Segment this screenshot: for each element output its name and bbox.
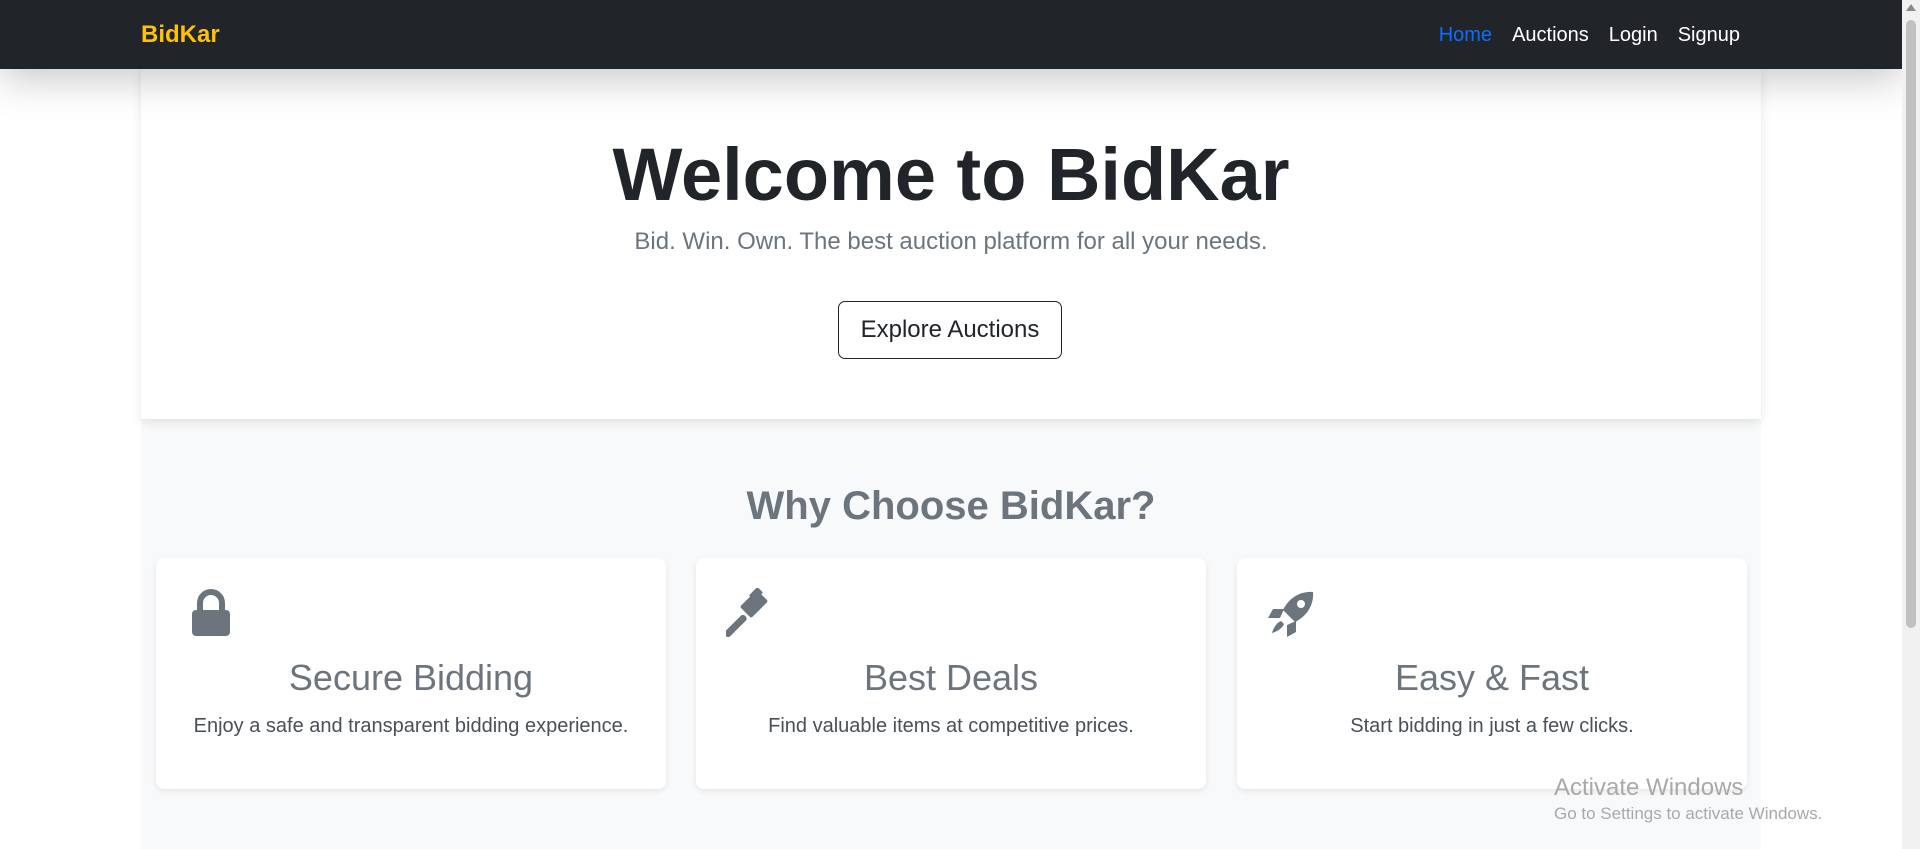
gavel-icon [726,588,776,638]
feature-title: Best Deals [863,657,1039,698]
feature-text: Enjoy a safe and transparent bidding exp… [193,715,629,737]
scroll-up-arrow-icon[interactable] [1906,4,1916,11]
hero-section: Welcome to BidKar Bid. Win. Own. The bes… [141,69,1761,419]
feature-card-easy-fast: Easy & Fast Start bidding in just a few … [1237,558,1747,789]
hero-title: Welcome to BidKar [612,133,1290,216]
hero-tagline: Bid. Win. Own. The best auction platform… [634,228,1268,255]
brand-logo[interactable]: BidKar [141,20,220,50]
scrollbar-thumb[interactable] [1906,20,1916,628]
nav-link-signup[interactable]: Signup [1678,20,1740,50]
vertical-scrollbar[interactable] [1902,0,1920,849]
lock-icon [186,588,236,638]
rocket-icon [1267,588,1317,638]
features-heading: Why Choose BidKar? [746,484,1156,528]
features-section: Why Choose BidKar? Secure Bidding Enjoy … [141,419,1761,849]
feature-title: Easy & Fast [1394,657,1590,698]
nav-link-home[interactable]: Home [1439,20,1492,50]
feature-text: Find valuable items at competitive price… [768,715,1134,737]
feature-card-best-deals: Best Deals Find valuable items at compet… [696,558,1206,789]
feature-title: Secure Bidding [288,657,534,698]
nav-links: Home Auctions Login Signup [1439,20,1740,50]
activate-windows-watermark: Activate Windows Go to Settings to activ… [1554,773,1822,824]
watermark-title: Activate Windows [1554,774,1744,801]
nav-link-auctions[interactable]: Auctions [1512,20,1589,50]
explore-auctions-button[interactable]: Explore Auctions [838,301,1062,359]
feature-card-secure-bidding: Secure Bidding Enjoy a safe and transpar… [156,558,666,789]
feature-text: Start bidding in just a few clicks. [1350,715,1634,737]
watermark-subtitle: Go to Settings to activate Windows. [1554,804,1823,823]
navbar: BidKar Home Auctions Login Signup [0,0,1902,69]
nav-link-login[interactable]: Login [1609,20,1658,50]
